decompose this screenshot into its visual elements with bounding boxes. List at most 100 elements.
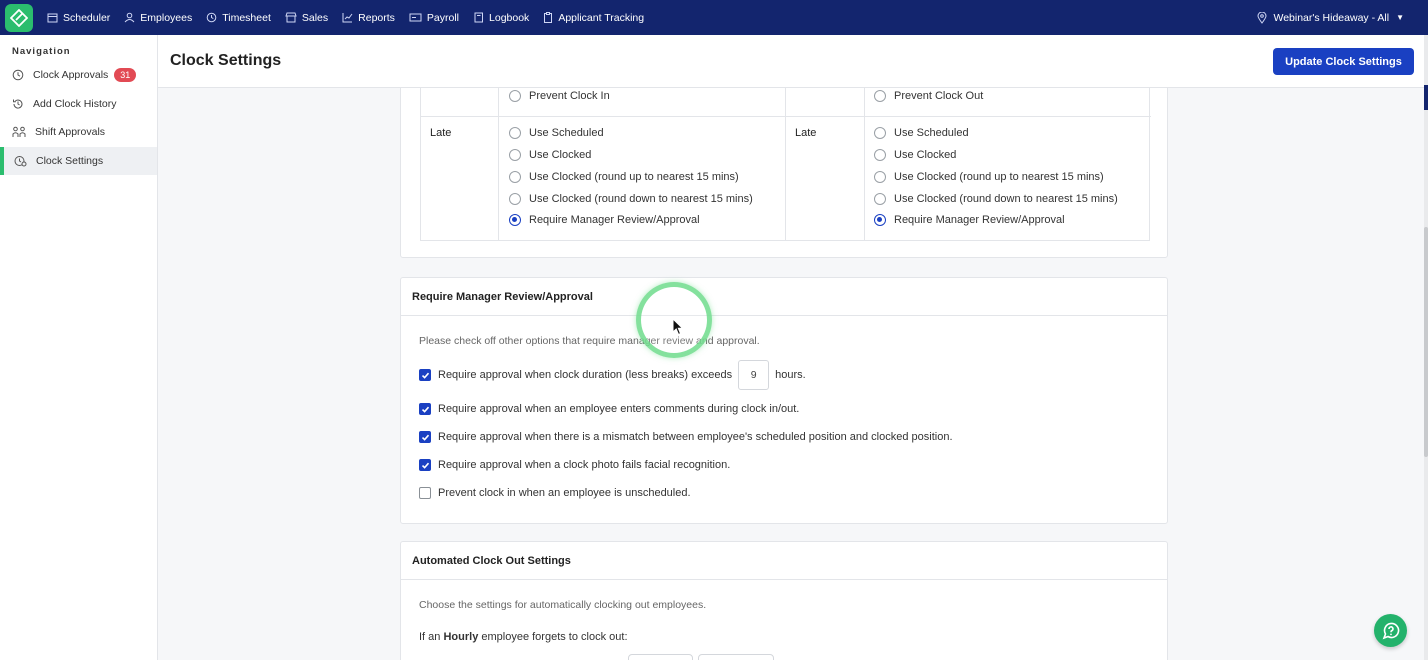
nav-reports[interactable]: Reports — [342, 12, 395, 24]
page-scrollbar[interactable] — [1424, 35, 1428, 660]
radio-label: Require Manager Review/Approval — [894, 214, 1065, 226]
help-chat-button[interactable] — [1374, 614, 1407, 647]
radio-out-use-clocked[interactable]: Use Clocked — [874, 149, 956, 161]
position-mismatch-label: Require approval when there is a mismatc… — [438, 431, 953, 443]
prevent-unscheduled-label: Prevent clock in when an employee is uns… — [438, 487, 691, 499]
app-logo[interactable] — [5, 3, 33, 32]
sidebar-item-label: Clock Approvals — [33, 69, 109, 82]
sidebar-item-label: Clock Settings — [36, 154, 104, 167]
sidebar-item-label: Add Clock History — [33, 97, 117, 110]
logo-icon — [10, 8, 28, 27]
card-title: Automated Clock Out Settings — [401, 542, 1167, 580]
comments-approval-row: Require approval when an employee enters… — [419, 403, 799, 415]
nav-sales[interactable]: Sales — [285, 12, 328, 24]
radio-button[interactable] — [509, 193, 521, 205]
late-clock-in-label: Late — [430, 127, 452, 139]
radio-in-round-up[interactable]: Use Clocked (round up to nearest 15 mins… — [509, 171, 739, 183]
clock-icon — [12, 69, 24, 81]
page-title: Clock Settings — [170, 52, 282, 69]
money-icon — [409, 13, 422, 22]
nav-sales-label: Sales — [301, 11, 329, 24]
prevent-unscheduled-row: Prevent clock in when an employee is uns… — [419, 487, 691, 499]
sidebar-item-clock-settings[interactable]: Clock Settings — [0, 146, 157, 175]
comments-approval-checkbox[interactable] — [419, 403, 431, 415]
radio-out-round-down[interactable]: Use Clocked (round down to nearest 15 mi… — [874, 193, 1118, 205]
radio-prevent-clock-in[interactable]: Prevent Clock In — [509, 90, 610, 102]
radio-label: Use Clocked (round up to nearest 15 mins… — [529, 171, 739, 183]
auto-clockout-select[interactable] — [698, 654, 774, 660]
radio-in-use-scheduled[interactable]: Use Scheduled — [509, 127, 604, 139]
radio-button[interactable] — [509, 90, 521, 102]
radio-button[interactable] — [874, 149, 886, 161]
calendar-icon — [47, 13, 58, 23]
nav-payroll[interactable]: Payroll — [409, 12, 459, 24]
radio-out-use-scheduled[interactable]: Use Scheduled — [874, 127, 969, 139]
radio-label: Require Manager Review/Approval — [529, 214, 700, 226]
chevron-down-icon: ▼ — [1396, 13, 1404, 22]
duration-approval-label: Require approval when clock duration (le… — [438, 369, 733, 381]
location-selector[interactable]: Webinar's Hideaway - All ▼ — [1257, 0, 1404, 35]
radio-button[interactable] — [874, 127, 886, 139]
checkmark-icon — [421, 372, 429, 379]
nav-employees[interactable]: Employees — [124, 12, 192, 24]
facial-recognition-label: Require approval when a clock photo fail… — [438, 459, 731, 471]
radio-in-require-review[interactable]: Require Manager Review/Approval — [509, 214, 700, 226]
nav-applicant-tracking[interactable]: Applicant Tracking — [543, 12, 644, 24]
radio-prevent-clock-out[interactable]: Prevent Clock Out — [874, 90, 983, 102]
scrollbar-thumb[interactable] — [1424, 227, 1428, 457]
radio-label: Prevent Clock Out — [894, 90, 984, 102]
duration-approval-checkbox[interactable] — [419, 369, 431, 381]
radio-button[interactable] — [874, 193, 886, 205]
radio-out-round-up[interactable]: Use Clocked (round up to nearest 15 mins… — [874, 171, 1104, 183]
clock-rules-card: Prevent Clock In Prevent Clock Out Late … — [400, 88, 1168, 258]
radio-label: Use Clocked (round down to nearest 15 mi… — [529, 193, 753, 205]
radio-button-selected[interactable] — [509, 214, 521, 226]
radio-label: Use Clocked — [529, 149, 592, 161]
forgets-prefix: If an — [419, 631, 441, 643]
employee-type-bold: Hourly — [443, 631, 479, 643]
position-mismatch-checkbox[interactable] — [419, 431, 431, 443]
duration-approval-row: Require approval when clock duration (le… — [419, 360, 806, 390]
radio-button[interactable] — [509, 171, 521, 183]
sidebar-item-clock-approvals[interactable]: Clock Approvals 31 — [0, 61, 157, 90]
update-clock-settings-button[interactable]: Update Clock Settings — [1273, 48, 1414, 75]
approvals-count-badge: 31 — [114, 68, 137, 83]
nav-timesheet[interactable]: Timesheet — [206, 12, 271, 24]
radio-button[interactable] — [509, 149, 521, 161]
radio-in-round-down[interactable]: Use Clocked (round down to nearest 15 mi… — [509, 193, 753, 205]
nav-reports-label: Reports — [358, 11, 395, 24]
late-clock-out-label: Late — [795, 127, 817, 139]
nav-scheduler[interactable]: Scheduler — [47, 12, 110, 24]
duration-hours-input[interactable] — [738, 360, 770, 390]
radio-button[interactable] — [874, 171, 886, 183]
nav-applicant-tracking-label: Applicant Tracking — [558, 11, 645, 24]
radio-out-require-review[interactable]: Require Manager Review/Approval — [874, 214, 1065, 226]
nav-logbook[interactable]: Logbook — [473, 12, 529, 24]
nav-timesheet-label: Timesheet — [222, 11, 271, 24]
radio-in-use-clocked[interactable]: Use Clocked — [509, 149, 591, 161]
radio-button-selected[interactable] — [874, 214, 886, 226]
facial-recognition-row: Require approval when a clock photo fail… — [419, 459, 730, 471]
radio-label: Use Scheduled — [529, 127, 604, 139]
automated-clock-out-card: Automated Clock Out Settings Choose the … — [400, 541, 1168, 660]
radio-label: Use Scheduled — [894, 127, 969, 139]
sidebar-item-label: Shift Approvals — [35, 126, 106, 139]
clipboard-icon — [544, 12, 553, 23]
checkmark-icon — [421, 406, 429, 413]
nav-payroll-label: Payroll — [426, 11, 460, 24]
forgets-suffix: employee forgets to clock out: — [481, 631, 628, 643]
facial-recognition-checkbox[interactable] — [419, 459, 431, 471]
people-swap-icon — [12, 126, 26, 137]
card-description: Please check off other options that requ… — [419, 335, 760, 347]
main-content: Prevent Clock In Prevent Clock Out Late … — [158, 88, 1424, 660]
sidebar-title: Navigation — [12, 46, 71, 57]
radio-button[interactable] — [874, 90, 886, 102]
radio-button[interactable] — [509, 127, 521, 139]
auto-clockout-select[interactable] — [628, 654, 693, 660]
scrollbar-marker — [1424, 85, 1428, 110]
help-question-icon — [1382, 622, 1399, 639]
prevent-unscheduled-checkbox[interactable] — [419, 487, 431, 499]
sidebar-item-add-clock-history[interactable]: Add Clock History — [0, 90, 157, 119]
sidebar-item-shift-approvals[interactable]: Shift Approvals — [0, 118, 157, 147]
store-icon — [285, 12, 297, 23]
